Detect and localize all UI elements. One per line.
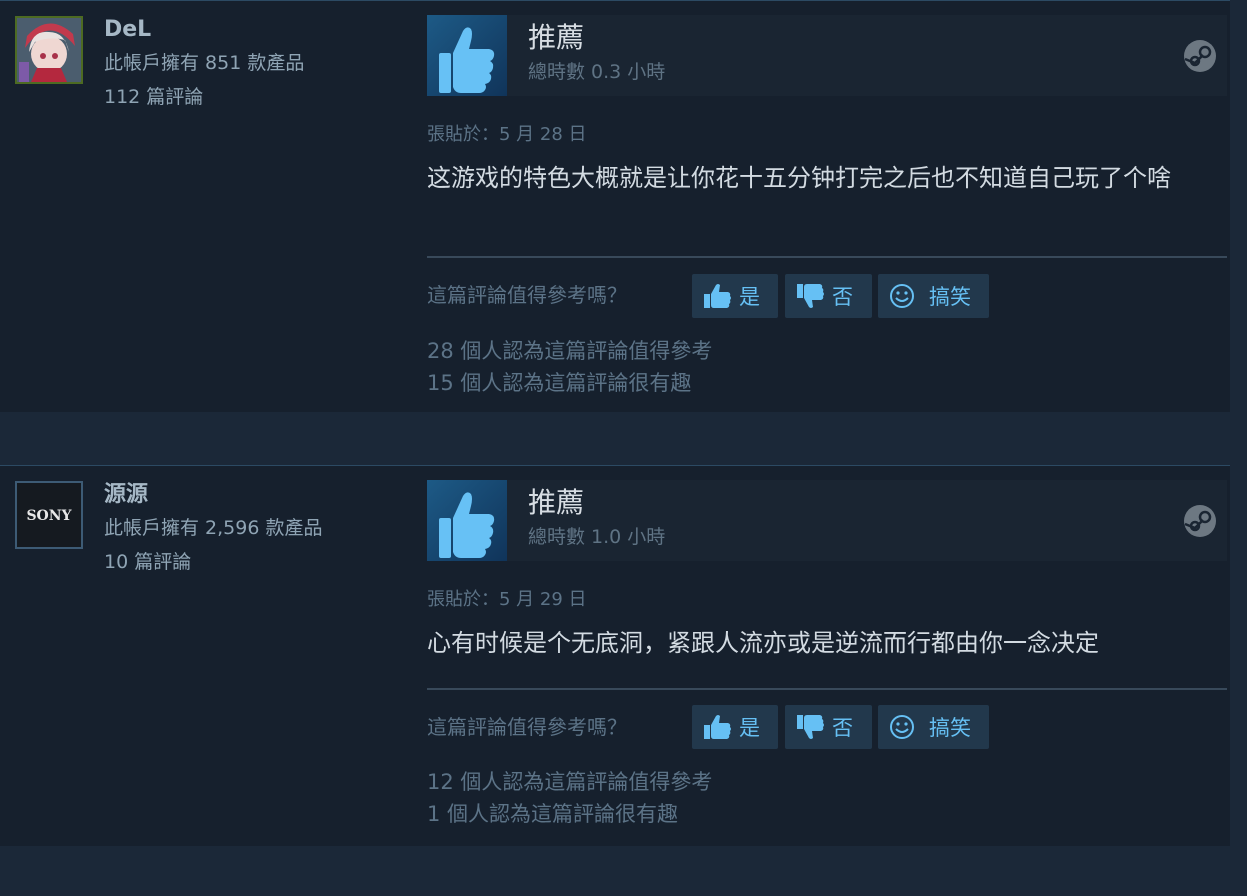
funny-count: 15 個人認為這篇評論很有趣 xyxy=(427,371,692,395)
sony-logo-icon: SONY xyxy=(17,483,81,547)
vote-funny-button[interactable]: 搞笑 xyxy=(878,705,989,749)
author-reviews[interactable]: 112 篇評論 xyxy=(104,85,304,109)
helpful-question: 這篇評論值得參考嗎？ xyxy=(427,283,627,307)
vote-no-button[interactable]: 否 xyxy=(785,274,872,318)
vote-yes-button[interactable]: 是 xyxy=(692,274,778,318)
helpful-question: 這篇評論值得參考嗎？ xyxy=(427,715,627,739)
author-products[interactable]: 此帳戶擁有 851 款產品 xyxy=(104,51,304,75)
recommendation-header[interactable]: 推薦 總時數 0.3 小時 xyxy=(427,15,1227,96)
sony-logo-text: SONY xyxy=(26,508,72,524)
thumbs-up-icon xyxy=(704,715,731,739)
recommendation-title: 推薦 xyxy=(528,21,585,54)
thumbs-up-icon xyxy=(439,492,495,558)
vote-no-label: 否 xyxy=(832,285,853,309)
vote-funny-label: 搞笑 xyxy=(929,716,971,740)
thumbs-up-icon xyxy=(704,284,731,308)
vote-yes-button[interactable]: 是 xyxy=(692,705,778,749)
review-text: 心有时候是个无底洞，紧跟人流亦或是逆流而行都由你一念决定 xyxy=(427,629,1099,657)
review-card: DeL 此帳戶擁有 851 款產品 112 篇評論 推薦 總時數 0.3 小時 … xyxy=(0,0,1230,413)
vote-yes-label: 是 xyxy=(739,285,760,309)
vote-funny-label: 搞笑 xyxy=(929,285,971,309)
posted-date: 張貼於：5 月 29 日 xyxy=(427,589,587,610)
review-text: 这游戏的特色大概就是让你花十五分钟打完之后也不知道自己玩了个啥 xyxy=(427,164,1171,192)
author-name[interactable]: 源源 xyxy=(104,482,322,508)
vote-funny-button[interactable]: 搞笑 xyxy=(878,274,989,318)
playtime-hours: 總時數 1.0 小時 xyxy=(528,526,666,548)
thumbs-up-badge xyxy=(427,15,507,96)
funny-count: 1 個人認為這篇評論很有趣 xyxy=(427,802,679,826)
vote-no-label: 否 xyxy=(832,716,853,740)
playtime-hours: 總時數 0.3 小時 xyxy=(528,61,666,83)
vote-no-button[interactable]: 否 xyxy=(785,705,872,749)
author-name[interactable]: DeL xyxy=(104,17,304,43)
author-info: 源源 此帳戶擁有 2,596 款產品 10 篇評論 xyxy=(104,482,322,574)
vote-yes-label: 是 xyxy=(739,716,760,740)
review-card: SONY 源源 此帳戶擁有 2,596 款產品 10 篇評論 推薦 總時數 1.… xyxy=(0,465,1230,846)
smiley-icon xyxy=(890,284,914,308)
thumbs-up-badge xyxy=(427,480,507,561)
helpful-count: 28 個人認為這篇評論值得參考 xyxy=(427,339,713,363)
steam-icon xyxy=(1184,40,1216,72)
steam-icon xyxy=(1184,505,1216,537)
author-info: DeL 此帳戶擁有 851 款產品 112 篇評論 xyxy=(104,17,304,109)
scroll-gutter xyxy=(1230,0,1247,896)
divider xyxy=(427,688,1227,690)
divider xyxy=(427,256,1227,258)
review-page: DeL 此帳戶擁有 851 款產品 112 篇評論 推薦 總時數 0.3 小時 … xyxy=(0,0,1247,896)
helpful-count: 12 個人認為這篇評論值得參考 xyxy=(427,770,713,794)
recommendation-header[interactable]: 推薦 總時數 1.0 小時 xyxy=(427,480,1227,561)
recommendation-title: 推薦 xyxy=(528,486,585,519)
author-reviews[interactable]: 10 篇評論 xyxy=(104,550,322,574)
posted-date: 張貼於：5 月 28 日 xyxy=(427,124,587,145)
smiley-icon xyxy=(890,715,914,739)
thumbs-down-icon xyxy=(797,715,824,739)
thumbs-up-icon xyxy=(439,27,495,93)
review-spacer xyxy=(0,412,1230,465)
author-avatar[interactable]: SONY xyxy=(15,481,83,549)
thumbs-down-icon xyxy=(797,284,824,308)
author-avatar[interactable] xyxy=(15,16,83,84)
anime-avatar-icon xyxy=(17,18,81,82)
author-products[interactable]: 此帳戶擁有 2,596 款產品 xyxy=(104,516,322,540)
